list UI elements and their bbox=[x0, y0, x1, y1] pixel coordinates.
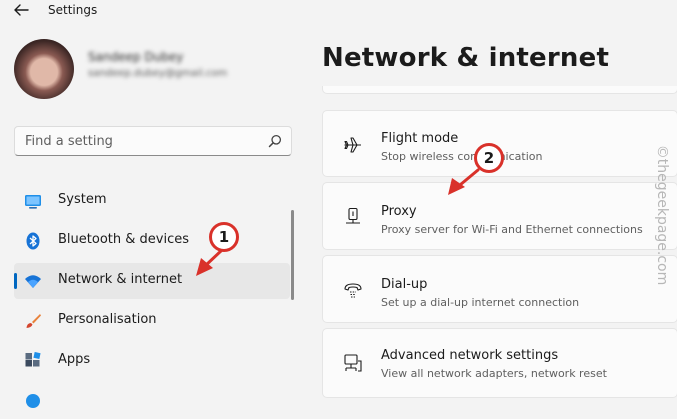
watermark: ©thegeekpage.com bbox=[654, 144, 670, 286]
accounts-icon bbox=[26, 394, 40, 408]
annotation-arrows bbox=[196, 168, 480, 276]
step-1-badge: 1 bbox=[209, 222, 239, 252]
step-2-badge: 2 bbox=[474, 143, 504, 173]
